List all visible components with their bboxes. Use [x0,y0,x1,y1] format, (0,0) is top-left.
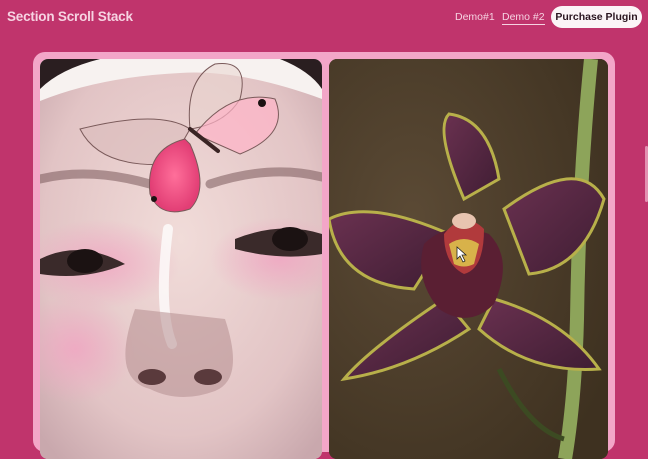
site-header: Section Scroll Stack Demo#1 Demo #2 Purc… [0,0,648,36]
face-butterfly-image [40,59,322,459]
stack-card [33,52,615,459]
nav-link-demo1[interactable]: Demo#1 [455,11,495,23]
orchid-illustration [329,59,608,459]
face-butterfly-illustration [40,59,322,459]
site-title[interactable]: Section Scroll Stack [7,9,133,24]
purchase-plugin-button[interactable]: Purchase Plugin [551,6,642,28]
nav-link-demo2[interactable]: Demo #2 [502,11,545,25]
orchid-image [329,59,608,459]
